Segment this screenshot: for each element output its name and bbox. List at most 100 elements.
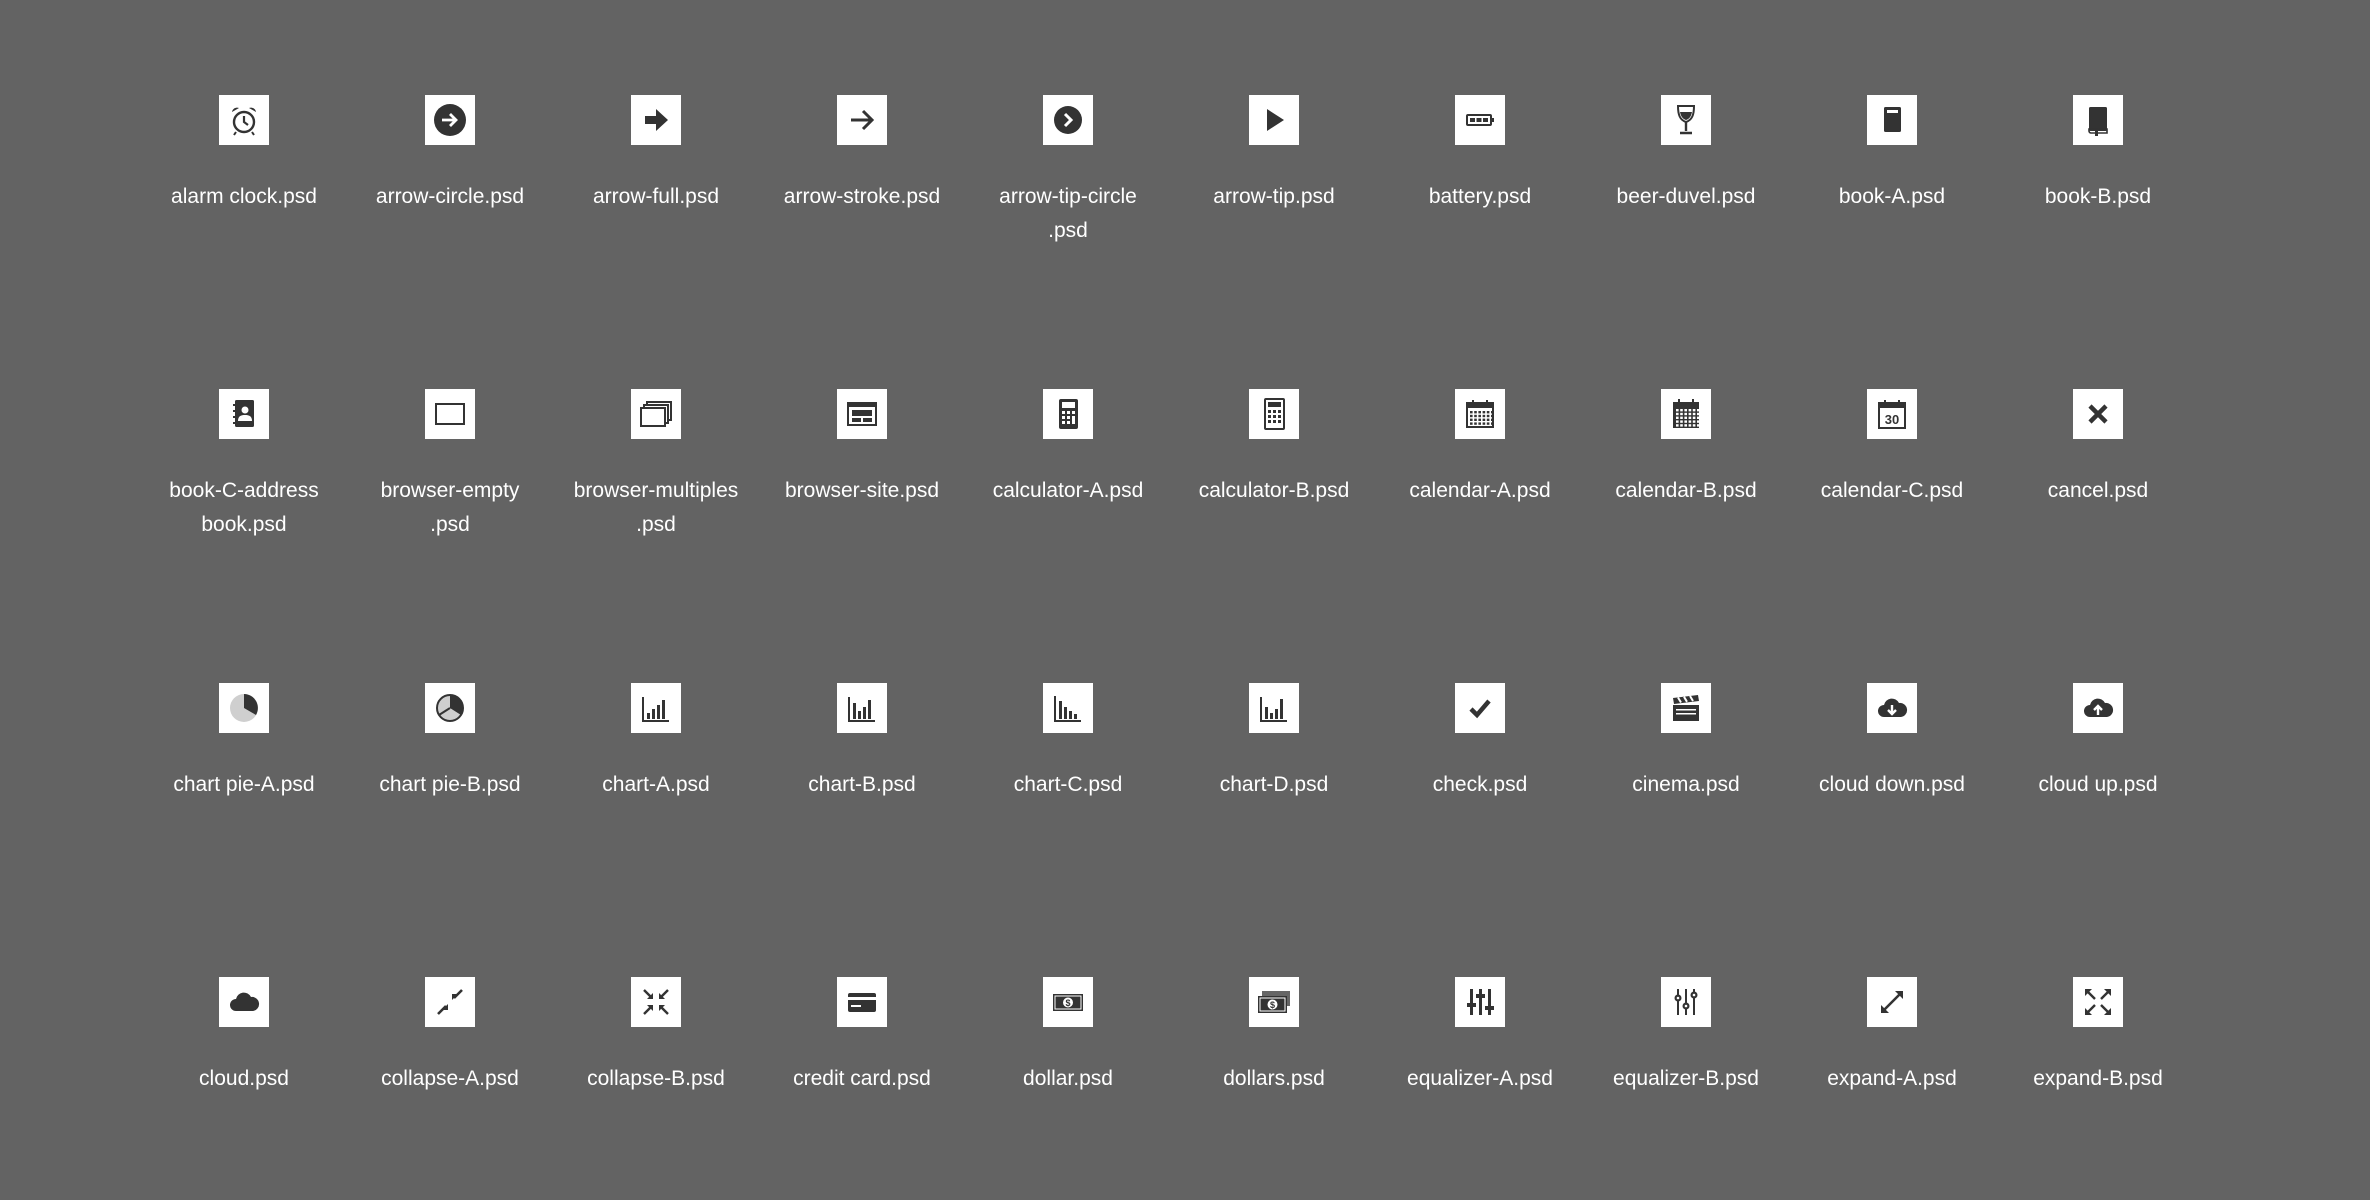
file-name-label: collapse-A.psd [381, 1067, 519, 1090]
file-thumbnail[interactable] [425, 389, 475, 439]
file-thumbnail[interactable] [1455, 95, 1505, 145]
file-thumbnail[interactable]: 30 [1867, 389, 1917, 439]
file-name-label: book-A.psd [1838, 185, 1946, 208]
arrow-circle-icon [434, 104, 466, 136]
chart-pie-a-icon [230, 694, 258, 722]
file-name-label: expand-B.psd [2033, 1067, 2163, 1090]
file-thumbnail[interactable] [219, 977, 269, 1027]
file-name-label: cloud up.psd [2038, 773, 2158, 796]
file-name-label: browser-site.psd [784, 479, 940, 502]
file-thumbnail[interactable] [631, 95, 681, 145]
browser-empty-icon [435, 403, 465, 425]
file-name-label: calendar-A.psd [1409, 479, 1551, 502]
file-thumbnail[interactable] [1661, 389, 1711, 439]
file-thumbnail[interactable] [1043, 389, 1093, 439]
file-name-label: collapse-B.psd [587, 1067, 725, 1090]
cloud-down-icon [1878, 698, 1908, 717]
file-name-label: credit card.psd [793, 1067, 931, 1090]
file-thumbnail[interactable] [219, 95, 269, 145]
collapse-a-icon [437, 989, 463, 1015]
file-thumbnail[interactable] [631, 683, 681, 733]
equalizer-b-icon [1674, 989, 1698, 1015]
file-name-label: chart pie-B.psd [379, 773, 521, 796]
file-name-label: calculator-A.psd [992, 479, 1144, 502]
calendar-c-icon: 30 [1878, 400, 1906, 429]
file-thumbnail[interactable] [1661, 977, 1711, 1027]
file-thumbnail[interactable] [425, 977, 475, 1027]
file-name-label: arrow-circle.psd [375, 185, 525, 208]
file-thumbnail[interactable] [1867, 683, 1917, 733]
book-b-icon [2088, 107, 2108, 136]
file-name-label: calculator-B.psd [1198, 479, 1350, 502]
chart-pie-b-icon [436, 694, 464, 722]
file-thumbnail[interactable] [631, 977, 681, 1027]
file-name-label: alarm clock.psd [171, 185, 317, 208]
cancel-icon [2088, 404, 2108, 424]
chart-b-icon [848, 697, 875, 722]
arrow-tip-circle-icon [1054, 106, 1082, 134]
expand-a-icon [1881, 991, 1903, 1013]
book-a-icon [1884, 107, 1901, 132]
file-thumbnail[interactable] [1249, 389, 1299, 439]
file-name-label: equalizer-B.psd [1613, 1067, 1759, 1090]
battery-icon [1466, 114, 1494, 126]
arrow-full-icon [645, 109, 668, 131]
credit-card-icon [848, 993, 876, 1012]
file-name-label: chart-B.psd [808, 773, 916, 796]
check-icon [1469, 699, 1491, 719]
clapperboard-icon [1673, 695, 1699, 721]
file-thumbnail[interactable] [1043, 95, 1093, 145]
file-thumbnail[interactable] [837, 389, 887, 439]
file-name-label: calendar-C.psd [1820, 479, 1964, 502]
file-thumbnail[interactable] [1455, 683, 1505, 733]
file-thumbnail[interactable] [1867, 95, 1917, 145]
file-thumbnail[interactable] [1867, 977, 1917, 1027]
address-book-icon [233, 400, 254, 427]
file-thumbnail[interactable] [631, 389, 681, 439]
icon-file-grid: alarm clock.psd arrow-circle.psd arrow-ful… [0, 0, 2370, 1200]
file-thumbnail[interactable] [2073, 977, 2123, 1027]
file-thumbnail[interactable]: $ [1249, 977, 1299, 1027]
file-name-label: chart-A.psd [602, 773, 710, 796]
file-thumbnail[interactable] [2073, 95, 2123, 145]
file-name-label: chart-C.psd [1013, 773, 1123, 796]
file-thumbnail[interactable] [837, 95, 887, 145]
file-name-label: dollars.psd [1223, 1067, 1325, 1090]
icon-glyph-text: $ [1270, 1000, 1275, 1010]
file-thumbnail[interactable] [425, 683, 475, 733]
dollar-bill-icon: $ [1053, 994, 1083, 1011]
file-name-label: chart pie-A.psd [173, 773, 315, 796]
arrow-stroke-icon [851, 109, 875, 131]
file-thumbnail[interactable] [837, 977, 887, 1027]
icon-glyph-text: 30 [1885, 412, 1899, 427]
file-thumbnail[interactable] [1661, 95, 1711, 145]
file-name-label: beer-duvel.psd [1616, 185, 1756, 208]
arrow-tip-icon [1267, 109, 1284, 131]
file-name-label: book-C-address book.psd [169, 479, 319, 536]
file-thumbnail[interactable] [1661, 683, 1711, 733]
collapse-b-icon [643, 989, 669, 1015]
file-thumbnail[interactable] [425, 95, 475, 145]
file-thumbnail[interactable] [1249, 683, 1299, 733]
chart-d-icon [1260, 697, 1287, 722]
file-thumbnail[interactable] [219, 683, 269, 733]
alarm-clock-icon [232, 107, 256, 136]
chart-a-icon [642, 697, 669, 722]
file-thumbnail[interactable] [1043, 683, 1093, 733]
file-thumbnail[interactable] [2073, 389, 2123, 439]
file-thumbnail[interactable] [2073, 683, 2123, 733]
file-thumbnail[interactable] [219, 389, 269, 439]
file-name-label: arrow-full.psd [592, 185, 720, 208]
file-name-label: dollar.psd [1023, 1067, 1113, 1090]
file-name-label: equalizer-A.psd [1407, 1067, 1553, 1090]
file-name-label: arrow-tip-circle .psd [999, 185, 1137, 242]
file-name-label: browser-empty .psd [380, 479, 520, 536]
file-thumbnail[interactable] [1249, 95, 1299, 145]
file-thumbnail[interactable] [1455, 977, 1505, 1027]
file-thumbnail[interactable] [837, 683, 887, 733]
file-name-label: cloud down.psd [1819, 773, 1965, 796]
file-name-label: expand-A.psd [1827, 1067, 1957, 1090]
file-thumbnail[interactable]: $ [1043, 977, 1093, 1027]
file-thumbnail[interactable] [1455, 389, 1505, 439]
file-name-label: battery.psd [1428, 185, 1532, 208]
